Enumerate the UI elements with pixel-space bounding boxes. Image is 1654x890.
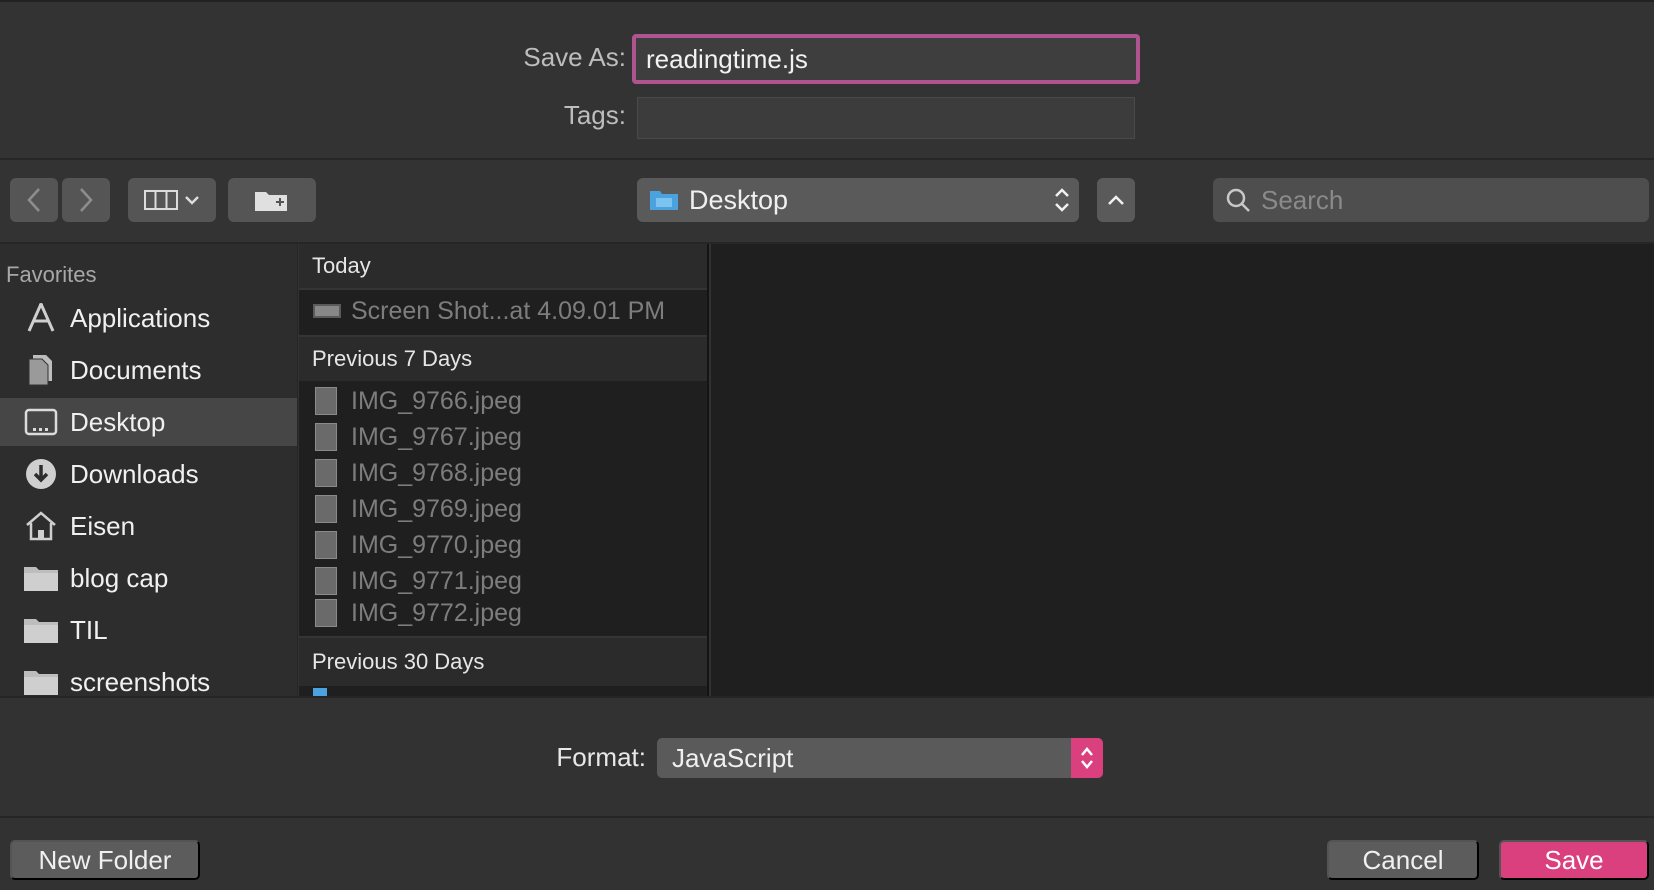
sidebar-item-applications[interactable]: Applications (0, 294, 297, 342)
group-divider (299, 288, 707, 290)
list-item[interactable]: Screen Shot...at 4.09.01 PM (299, 294, 707, 328)
image-thumbnail-icon (315, 599, 337, 627)
tags-label: Tags: (563, 100, 626, 130)
documents-icon (22, 352, 60, 388)
list-item[interactable]: IMG_9766.jpeg (299, 384, 707, 418)
search-box[interactable] (1213, 178, 1649, 222)
chevron-left-icon (27, 188, 40, 212)
sidebar-item-label: Desktop (70, 406, 166, 437)
search-icon (1226, 188, 1250, 212)
file-name: IMG_9769.jpeg (351, 494, 522, 523)
chevron-down-icon (185, 196, 199, 205)
save-as-label: Save As: (523, 42, 626, 72)
new-folder-toolbar-button[interactable] (228, 178, 316, 222)
sidebar-item-desktop[interactable]: Desktop (0, 398, 297, 446)
tags-input[interactable] (637, 97, 1135, 139)
list-item[interactable]: IMG_9771.jpeg (299, 564, 707, 598)
downloads-icon (22, 456, 60, 492)
image-thumbnail-icon (315, 423, 337, 451)
save-button[interactable]: Save (1499, 840, 1649, 880)
updown-chevron-icon (1071, 738, 1103, 778)
list-item[interactable]: IMG_9768.jpeg (299, 456, 707, 490)
collapse-button[interactable] (1097, 178, 1135, 222)
sidebar-item-documents[interactable]: Documents (0, 346, 297, 394)
group-header-previous-7-days: Previous 7 Days (299, 337, 707, 381)
list-item[interactable]: IMG_9770.jpeg (299, 528, 707, 562)
sidebar-item-label: TIL (70, 614, 108, 645)
chevron-up-icon (1108, 195, 1124, 205)
sidebar-item-eisen[interactable]: Eisen (0, 502, 297, 550)
file-name: IMG_9770.jpeg (351, 530, 522, 559)
sidebar-item-label: blog cap (70, 562, 169, 593)
new-folder-button[interactable]: New Folder (10, 840, 200, 880)
list-item[interactable]: IMG_9767.jpeg (299, 420, 707, 454)
image-thumbnail-icon (315, 459, 337, 487)
list-item[interactable]: IMG_9769.jpeg (299, 492, 707, 526)
file-name: IMG_9766.jpeg (351, 386, 522, 415)
folder-icon (22, 612, 60, 648)
sidebar-item-downloads[interactable]: Downloads (0, 450, 297, 498)
sidebar-item-label: Downloads (70, 458, 199, 489)
new-folder-icon (255, 192, 287, 211)
save-header: Save As: Tags: (0, 0, 1654, 160)
sidebar-item-label: Documents (70, 354, 202, 385)
preview-pane (711, 244, 1654, 696)
sidebar-item-screenshots[interactable]: screenshots (0, 658, 297, 697)
sidebar-item-til[interactable]: TIL (0, 606, 297, 654)
file-name: IMG_9767.jpeg (351, 422, 522, 451)
sidebar-item-blog-cap[interactable]: blog cap (0, 554, 297, 602)
sidebar-heading: Favorites (6, 262, 97, 287)
back-button[interactable] (10, 178, 58, 222)
sidebar-item-label: Applications (70, 302, 211, 333)
image-thumbnail-icon (315, 531, 337, 559)
home-icon (22, 508, 60, 544)
columns-view-icon (144, 190, 178, 210)
file-name: IMG_9768.jpeg (351, 458, 522, 487)
file-name: Screen Shot...at 4.09.01 PM (351, 296, 666, 325)
group-header-today: Today (299, 244, 707, 288)
toolbar: Desktop (0, 160, 1654, 244)
forward-button[interactable] (62, 178, 110, 222)
save-as-input[interactable] (632, 34, 1140, 84)
save-footer: Format: JavaScript New Folder Cancel Sav… (0, 696, 1654, 890)
format-value: JavaScript (672, 742, 794, 773)
file-name: IMG_9772.jpeg (351, 598, 522, 627)
sidebar-item-label: Eisen (70, 510, 136, 541)
image-thumbnail-icon (315, 387, 337, 415)
format-select[interactable]: JavaScript (657, 738, 1103, 778)
chevron-right-icon (80, 188, 93, 212)
divider (0, 816, 1654, 818)
folder-icon (22, 664, 60, 696)
sidebar: Favorites Applications Documents Desktop… (0, 244, 298, 696)
cancel-button[interactable]: Cancel (1327, 840, 1479, 880)
applications-icon (22, 300, 60, 336)
updown-chevron-icon (1055, 188, 1069, 212)
group-header-previous-30-days: Previous 30 Days (299, 638, 707, 686)
file-list: Today Screen Shot...at 4.09.01 PM Previo… (299, 244, 709, 696)
desktop-icon (22, 404, 60, 440)
format-label: Format: (556, 742, 646, 772)
sidebar-item-label: screenshots (70, 666, 211, 697)
folder-icon (22, 560, 60, 596)
view-mode-button[interactable] (128, 178, 216, 222)
file-name: IMG_9771.jpeg (351, 566, 522, 595)
screenshot-file-icon (313, 304, 341, 318)
search-input[interactable] (1261, 184, 1641, 216)
folder-icon (650, 191, 678, 210)
image-thumbnail-icon (315, 495, 337, 523)
list-item[interactable]: IMG_9772.jpeg (299, 596, 707, 630)
folder-icon (313, 688, 327, 696)
image-thumbnail-icon (315, 567, 337, 595)
location-popup[interactable]: Desktop (637, 178, 1079, 222)
location-label: Desktop (689, 184, 789, 215)
